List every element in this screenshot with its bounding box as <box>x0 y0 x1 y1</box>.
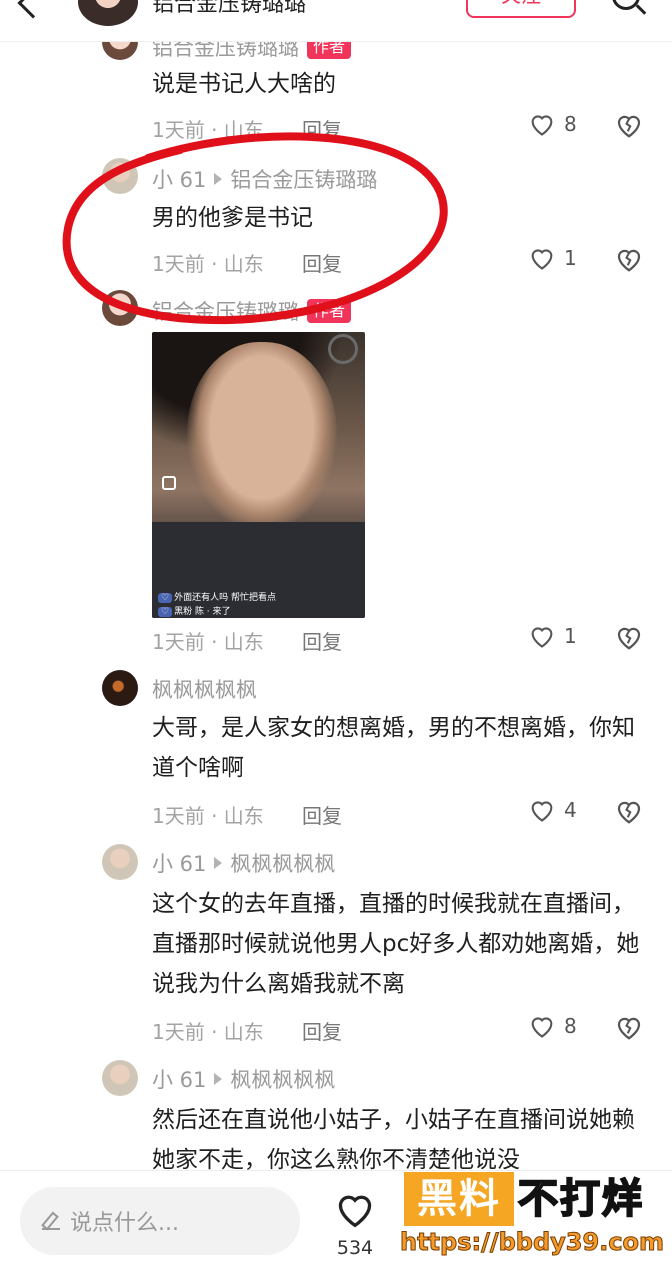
watermark-brand-left: 黑料 <box>404 1172 514 1226</box>
back-arrow-icon[interactable] <box>17 0 49 19</box>
reply-arrow-icon <box>214 173 223 185</box>
post-like-count: 534 <box>336 1237 374 1259</box>
comment-time: 1天前 · 山东 <box>152 1020 264 1044</box>
dislike-icon[interactable] <box>614 110 644 140</box>
input-placeholder: 说点什么... <box>70 1211 179 1236</box>
comment-time: 1天前 · 山东 <box>152 252 264 276</box>
reply-button[interactable]: 回复 <box>302 1016 342 1045</box>
post-like-button[interactable]: 534 <box>332 1189 378 1259</box>
comment-text[interactable]: 说是书记人大啥的 <box>152 64 642 104</box>
comment-meta: 枫枫枫枫枫 <box>152 674 257 704</box>
watermark-url: https://bbdy39.com <box>399 1228 665 1257</box>
reply-button[interactable]: 回复 <box>302 800 342 829</box>
ring-icon <box>328 334 358 364</box>
comment-meta: 小 61 枫枫枫枫枫 <box>152 1064 335 1094</box>
avatar[interactable] <box>102 670 138 706</box>
reply-arrow-icon <box>214 857 223 869</box>
reply-arrow-icon <box>214 1073 223 1085</box>
comment-actions: 1天前 · 山东 回复 1 <box>0 240 672 280</box>
avatar[interactable] <box>102 158 138 194</box>
reply-button[interactable]: 回复 <box>302 114 342 143</box>
heart-icon <box>531 115 553 136</box>
comment-time: 1天前 · 山东 <box>152 630 264 654</box>
follow-button[interactable]: 关注 <box>466 0 576 18</box>
heart-icon <box>531 1017 553 1038</box>
like-button[interactable]: 8 <box>528 1012 577 1040</box>
comment-time: 1天前 · 山东 <box>152 118 264 142</box>
image-overlay-line2: ♡ 黑粉 陈 · 来了 <box>158 604 231 617</box>
top-header: 铝合金压铸璐璐 关注 <box>0 0 672 42</box>
dislike-icon[interactable] <box>614 244 644 274</box>
reply-to-username[interactable]: 枫枫枫枫枫 <box>230 848 335 878</box>
comment-time: 1天前 · 山东 <box>152 804 264 828</box>
comment-text[interactable]: 男的他爹是书记 <box>152 198 642 238</box>
watermark-brand-right: 不打烊 <box>517 1175 644 1223</box>
comment-username[interactable]: 铝合金压铸璐璐 <box>152 296 299 326</box>
comment-username[interactable]: 小 61 <box>152 848 206 878</box>
dislike-icon[interactable] <box>614 622 644 652</box>
like-count: 1 <box>564 246 577 270</box>
comment-actions: 1天前 · 山东 回复 8 <box>0 1008 672 1048</box>
watermark: 黑料 不打烊 https://bbdy39.com <box>399 1172 668 1276</box>
image-overlay-line1: ♡ 外面还有人吗 帮忙把看点 <box>158 590 276 603</box>
comment-text[interactable]: 这个女的去年直播，直播的时候我就在直播间，直播那时候就说他男人pc好多人都劝她离… <box>152 884 642 1004</box>
comment-input[interactable]: 说点什么... <box>20 1187 300 1255</box>
comment-meta: 小 61 铝合金压铸璐璐 <box>152 164 377 194</box>
like-count: 1 <box>564 624 577 648</box>
comment-text[interactable]: 大哥，是人家女的想离婚，男的不想离婚，你知道个啥啊 <box>152 708 642 788</box>
author-avatar[interactable] <box>78 0 138 26</box>
author-name[interactable]: 铝合金压铸璐璐 <box>152 0 306 18</box>
comment-actions: 1天前 · 山东 回复 1 <box>0 618 672 658</box>
pen-icon <box>42 1212 60 1230</box>
heart-icon <box>531 627 553 648</box>
author-badge: 作者 <box>307 299 352 323</box>
dislike-icon[interactable] <box>614 796 644 826</box>
reply-button[interactable]: 回复 <box>302 626 342 655</box>
comment-actions: 1天前 · 山东 回复 8 <box>0 106 672 146</box>
comment-username[interactable]: 小 61 <box>152 1064 206 1094</box>
heart-icon <box>531 801 553 822</box>
search-icon[interactable] <box>612 0 640 10</box>
comment-meta: 小 61 枫枫枫枫枫 <box>152 848 335 878</box>
comment-meta: 铝合金压铸璐璐 作者 <box>152 296 352 326</box>
reply-button[interactable]: 回复 <box>302 248 342 277</box>
comment-text[interactable]: 然后还在直说他小姑子，小姑子在直播间说她赖她家不走，你这么熟你不清楚他说没 <box>152 1100 642 1170</box>
like-count: 4 <box>564 798 577 822</box>
reply-to-username[interactable]: 铝合金压铸璐璐 <box>230 164 377 194</box>
image-face <box>187 342 337 532</box>
like-button[interactable]: 4 <box>528 796 577 824</box>
avatar[interactable] <box>102 844 138 880</box>
avatar[interactable] <box>102 290 138 326</box>
like-count: 8 <box>564 1014 577 1038</box>
heart-icon <box>531 249 553 270</box>
like-button[interactable]: 8 <box>528 110 577 138</box>
heart-icon <box>338 1195 372 1228</box>
lock-icon <box>162 476 176 490</box>
like-button[interactable]: 1 <box>528 622 577 650</box>
comment-username[interactable]: 小 61 <box>152 164 206 194</box>
like-count: 8 <box>564 112 577 136</box>
comment-actions: 1天前 · 山东 回复 4 <box>0 792 672 832</box>
comment-screen: 铝合金压铸璐璐 关注 铝合金压铸璐璐 作者 说是书记人大啥的 1天前 · 山东 … <box>0 0 672 1280</box>
comment-image[interactable]: ♡ 外面还有人吗 帮忙把看点 ♡ 黑粉 陈 · 来了 <box>152 332 365 618</box>
dislike-icon[interactable] <box>614 1012 644 1042</box>
comment-username[interactable]: 枫枫枫枫枫 <box>152 674 257 704</box>
like-button[interactable]: 1 <box>528 244 577 272</box>
avatar[interactable] <box>102 1060 138 1096</box>
reply-to-username[interactable]: 枫枫枫枫枫 <box>230 1064 335 1094</box>
